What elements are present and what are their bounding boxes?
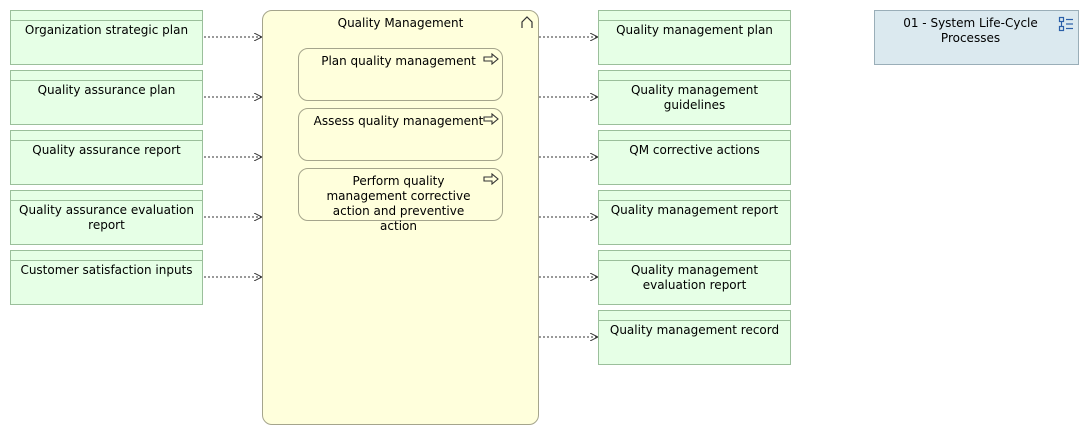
function-label: Plan quality management [321, 54, 476, 68]
input-object-customer-satisfaction-inputs[interactable]: Customer satisfaction inputs [10, 250, 203, 305]
input-object-quality-assurance-report[interactable]: Quality assurance report [10, 130, 203, 185]
input-object-label: Organization strategic plan [24, 23, 189, 37]
object-divider [11, 80, 202, 81]
object-divider [599, 20, 790, 21]
output-object-label: Quality management evaluation report [630, 263, 759, 292]
output-object-quality-management-record[interactable]: Quality management record [598, 310, 791, 365]
object-divider [11, 20, 202, 21]
process-quality-management[interactable]: Quality Management Plan quality manageme… [262, 10, 539, 425]
output-object-label: Quality management record [609, 323, 780, 337]
output-object-quality-management-plan[interactable]: Quality management plan [598, 10, 791, 65]
function-label: Assess quality management [313, 114, 484, 128]
input-object-organization-strategic-plan[interactable]: Organization strategic plan [10, 10, 203, 65]
object-divider [599, 320, 790, 321]
object-divider [11, 200, 202, 201]
output-object-qm-corrective-actions[interactable]: QM corrective actions [598, 130, 791, 185]
object-divider [599, 80, 790, 81]
input-object-quality-assurance-plan[interactable]: Quality assurance plan [10, 70, 203, 125]
object-divider [11, 140, 202, 141]
process-arrow-icon [483, 173, 499, 185]
model-reference-icon [1058, 16, 1073, 32]
object-divider [599, 260, 790, 261]
process-arrow-icon [483, 113, 499, 125]
input-object-label: Customer satisfaction inputs [20, 263, 193, 277]
function-perform-qm-corrective-action[interactable]: Perform quality management corrective ac… [298, 168, 503, 233]
output-object-quality-management-evaluation-report[interactable]: Quality management evaluation report [598, 250, 791, 305]
reference-system-life-cycle-processes[interactable]: 01 - System Life-Cycle Processes [874, 10, 1079, 65]
output-object-label: Quality management report [610, 203, 779, 217]
object-divider [599, 200, 790, 201]
input-object-label: Quality assurance plan [37, 83, 176, 97]
reference-label: 01 - System Life-Cycle Processes [903, 16, 1038, 45]
output-object-quality-management-report[interactable]: Quality management report [598, 190, 791, 245]
process-title: Quality Management [337, 16, 464, 30]
function-plan-quality-management[interactable]: Plan quality management [298, 48, 503, 101]
output-object-label: QM corrective actions [629, 143, 760, 157]
input-object-quality-assurance-evaluation-report[interactable]: Quality assurance evaluation report [10, 190, 203, 245]
process-icon [521, 16, 533, 28]
function-assess-quality-management[interactable]: Assess quality management [298, 108, 503, 161]
output-object-quality-management-guidelines[interactable]: Quality management guidelines [598, 70, 791, 125]
input-object-label: Quality assurance report [32, 143, 181, 157]
object-divider [599, 140, 790, 141]
input-object-label: Quality assurance evaluation report [19, 203, 194, 232]
object-divider [11, 260, 202, 261]
function-label: Perform quality management corrective ac… [326, 174, 471, 233]
output-object-label: Quality management plan [616, 23, 773, 37]
output-object-label: Quality management guidelines [630, 83, 759, 112]
process-arrow-icon [483, 53, 499, 65]
